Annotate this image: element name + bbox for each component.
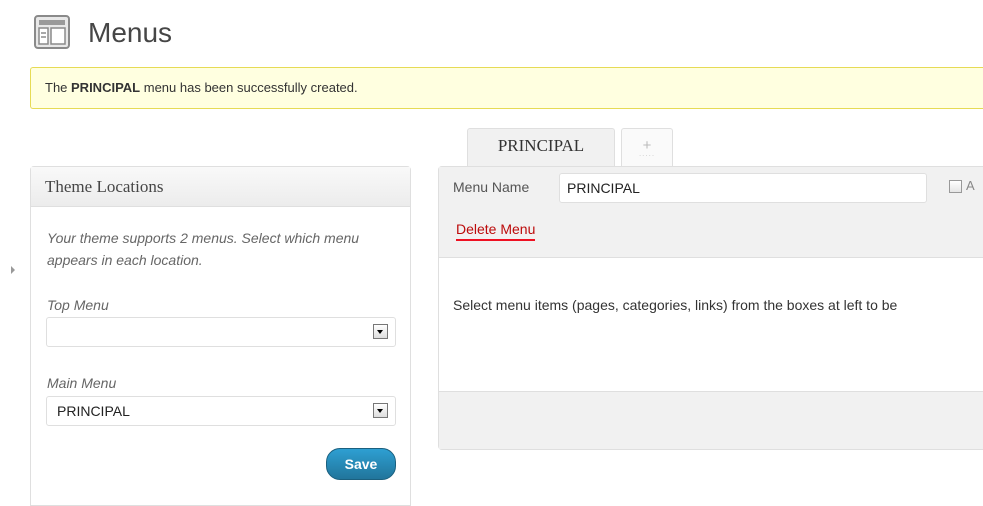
theme-locations-panel: Theme Locations Your theme supports 2 me… <box>30 166 411 506</box>
main-menu-selected: PRINCIPAL <box>57 403 130 419</box>
main-menu-label: Main Menu <box>47 375 117 391</box>
auto-add-checkbox[interactable] <box>949 180 962 193</box>
main-menu-select[interactable]: PRINCIPAL <box>46 396 396 426</box>
dropdown-arrow-icon <box>373 324 388 339</box>
menu-name-input[interactable]: PRINCIPAL <box>559 173 927 203</box>
notice-menu-name: PRINCIPAL <box>71 80 141 95</box>
theme-locations-description: Your theme supports 2 menus. Select whic… <box>47 230 360 268</box>
dropdown-arrow-icon <box>373 403 388 418</box>
page-title: Menus <box>88 17 173 48</box>
theme-locations-title: Theme Locations <box>31 167 410 207</box>
menu-editor-panel: Menu Name PRINCIPAL A Delete Menu Select… <box>438 166 983 450</box>
top-menu-select[interactable] <box>46 317 396 347</box>
menus-page-icon <box>34 15 70 49</box>
menu-editor-footer <box>439 391 983 449</box>
auto-add-label: A <box>966 178 975 193</box>
menu-editor-header: Menu Name PRINCIPAL A Delete Menu <box>439 167 983 258</box>
tab-principal[interactable]: PRINCIPAL <box>467 128 615 166</box>
notice-prefix: The <box>45 80 72 95</box>
collapse-arrow-icon[interactable] <box>11 266 15 274</box>
notice-suffix: menu has been successfully created. <box>140 80 358 95</box>
save-button[interactable]: Save <box>326 448 396 480</box>
success-notice: The PRINCIPAL menu has been successfully… <box>30 67 983 109</box>
tab-dots: ..... <box>638 149 656 158</box>
tab-add-menu[interactable]: + ..... <box>621 128 673 166</box>
menu-instructions: Select menu items (pages, categories, li… <box>453 297 898 313</box>
delete-menu-link[interactable]: Delete Menu <box>456 221 536 241</box>
top-menu-label: Top Menu <box>47 297 109 313</box>
menu-name-label: Menu Name <box>453 179 530 195</box>
